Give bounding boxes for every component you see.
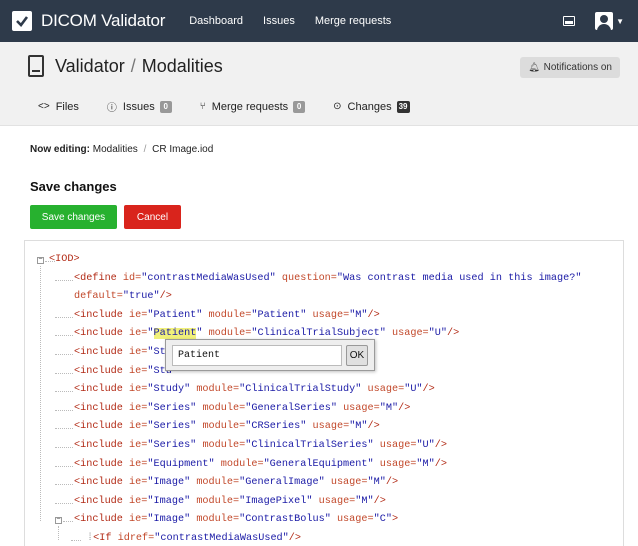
count-badge: 0 — [293, 100, 306, 113]
xml-include-node[interactable]: <include ie="Series" module="CRSeries" u… — [74, 421, 380, 432]
tree-connector — [55, 409, 73, 411]
tree-connector — [55, 316, 73, 318]
ok-button[interactable]: OK — [346, 345, 368, 366]
tab-label: Changes — [347, 100, 392, 113]
tree-connector — [71, 540, 81, 541]
xml-define-node[interactable]: <define id="contrastMediaWasUsed" questi… — [74, 273, 581, 284]
save-changes-button[interactable]: Save changes — [30, 205, 117, 229]
tab-label: Files — [55, 100, 79, 113]
issues-icon: ⓘ — [106, 103, 117, 114]
tree-connector — [63, 521, 73, 523]
editing-label: Now editing: — [30, 144, 90, 155]
repo-owner[interactable]: Validator — [55, 56, 125, 76]
notifications-button[interactable]: 🔔︎ Notifications on — [520, 57, 620, 78]
editing-folder[interactable]: Modalities — [93, 144, 138, 155]
tree-connector — [55, 372, 73, 374]
chevron-down-icon[interactable]: ▼ — [616, 17, 624, 26]
xml-include-node[interactable]: <include ie="Equipment" module="GeneralE… — [74, 459, 447, 470]
tree-connector — [55, 335, 73, 337]
checkbox-logo-icon — [12, 11, 32, 31]
top-navbar: DICOM Validator Dashboard Issues Merge r… — [0, 0, 638, 42]
count-badge: 39 — [396, 100, 410, 113]
tree-connector — [40, 266, 41, 522]
xml-include-node[interactable]: <include ie="Image" module="ImagePixel" … — [74, 496, 386, 507]
xml-include-node[interactable]: <include ie="Image" module="GeneralImage… — [74, 477, 398, 488]
project-tabs: <> Files ⓘ Issues 0 ⑂ Merge requests 0 ⊙… — [38, 99, 438, 114]
xml-include-node[interactable]: <include ie="Series" module="ClinicalTri… — [74, 440, 447, 451]
tab-merge-requests[interactable]: ⑂ Merge requests 0 — [199, 100, 306, 113]
xml-include-node[interactable]: <include ie="Stu" — [74, 366, 178, 377]
tree-connector — [55, 502, 73, 504]
notifications-label: Notifications on — [543, 62, 612, 73]
repo-name[interactable]: Modalities — [142, 56, 223, 76]
xml-include-node[interactable]: <include ie="Patient" module="Patient" u… — [74, 310, 380, 321]
xml-define-node-cont[interactable]: default="true"/> — [74, 291, 172, 302]
xml-include-node[interactable]: <include ie="Study" module="ClinicalTria… — [74, 384, 435, 395]
tree-connector — [55, 354, 73, 355]
attribute-edit-popup: Patient OK — [165, 339, 375, 371]
save-heading: Save changes — [30, 179, 117, 194]
collapse-toggle-icon[interactable]: − — [55, 517, 62, 525]
breadcrumb-separator: / — [143, 144, 147, 155]
xml-include-node[interactable]: <include ie="Patient" module="ClinicalTr… — [74, 328, 459, 340]
nav-link-dashboard[interactable]: Dashboard — [189, 15, 243, 27]
breadcrumb-separator: / — [130, 55, 136, 76]
bell-icon: 🔔︎ — [528, 62, 540, 72]
xml-include-node[interactable]: <include ie="Image" module="ContrastBolu… — [74, 514, 398, 525]
collapse-toggle-icon[interactable]: − — [37, 257, 44, 264]
xml-editor[interactable]: − <IOD> <define id="contrastMediaWasUsed" … — [24, 240, 624, 546]
project-header: Validator / Modalities 🔔︎ Notifications on… — [0, 42, 638, 126]
tree-connector — [55, 279, 73, 281]
nav-link-issues[interactable]: Issues — [263, 15, 295, 27]
inbox-icon[interactable] — [563, 16, 576, 26]
code-icon: <> — [38, 101, 50, 112]
cancel-button[interactable]: Cancel — [124, 205, 181, 229]
nav-link-merge-requests[interactable]: Merge requests — [315, 15, 391, 27]
brand-title: DICOM Validator — [41, 11, 166, 30]
tab-label: Issues — [122, 100, 155, 113]
tree-connector — [55, 447, 73, 448]
merge-icon: ⑂ — [199, 101, 206, 112]
tab-files[interactable]: <> Files — [38, 101, 79, 113]
count-badge: 0 — [159, 100, 172, 113]
tab-changes[interactable]: ⊙ Changes 39 — [333, 100, 410, 113]
tree-connector — [55, 428, 73, 430]
xml-if-node[interactable]: ⁞<If idref="contrastMediaWasUsed"/> — [87, 533, 301, 544]
tree-connector — [55, 391, 73, 393]
changes-icon: ⊙ — [333, 101, 342, 112]
xml-include-node[interactable]: <include ie="Series" module="GeneralSeri… — [74, 403, 410, 414]
brand[interactable]: DICOM Validator — [12, 11, 165, 31]
tree-connector — [55, 484, 73, 486]
xml-root-node[interactable]: <IOD> — [49, 254, 80, 265]
user-avatar-icon[interactable] — [595, 12, 614, 30]
attribute-value-input[interactable]: Patient — [172, 345, 342, 366]
editing-file: CR Image.iod — [152, 144, 214, 155]
xml-include-node[interactable]: <include ie="Stu" — [74, 347, 178, 358]
tree-connector — [55, 465, 73, 467]
page-title: Validator / Modalities — [55, 56, 223, 77]
repository-icon — [28, 55, 44, 77]
tab-label: Merge requests — [211, 100, 289, 113]
tab-issues[interactable]: ⓘ Issues 0 — [107, 99, 172, 114]
editing-breadcrumb: Now editing: Modalities / CR Image.iod — [30, 144, 213, 155]
tree-connector — [58, 526, 59, 540]
